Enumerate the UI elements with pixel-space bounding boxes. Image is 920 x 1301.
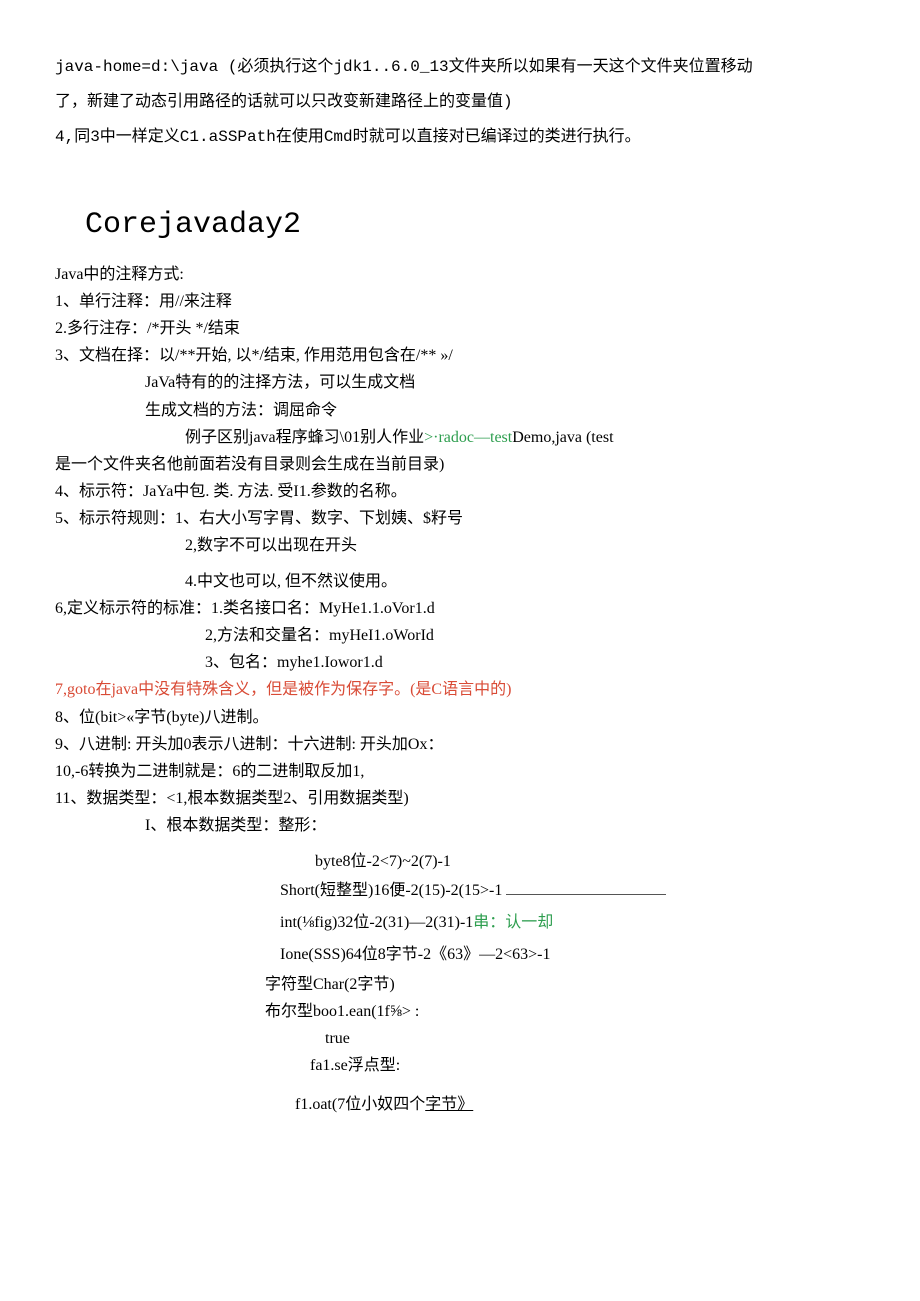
line-int-b: 串：认一却 (473, 914, 553, 931)
line-float-a: f1.oat(7位小奴四个 (295, 1096, 425, 1113)
line-folder-note: 是一个文件夹名他前面若没有目录则会生成在当前目录) (55, 451, 755, 478)
line-identifier-rule2: 2,数字不可以出现在开头 (185, 532, 755, 559)
line-basic-types: I、根本数据类型：整形： (145, 812, 755, 839)
line-doc-comment: 3、文档在择：以/**开始, 以*/结束, 作用范用包含在/** »/ (55, 342, 755, 369)
line-single-comment: 1、单行注释：用//来注释 (55, 288, 755, 315)
line-float-b: 字节》 (425, 1096, 473, 1113)
line-example: 例子区别java程序蜂习\01别人作业>·radoc—testDemo,java… (185, 424, 755, 451)
line-long: Ione(SSS)64位8字节-2《63》—2<63>-1 (280, 939, 755, 971)
line-identifier-std: 6,定义标示符的标准：1.类名接口名：MyHe1.1.oVor1.d (55, 595, 755, 622)
line-short: Short(短整型)16便-2(15)-2(15>-1 (280, 875, 755, 907)
heading-corejavaday2: Corejavaday2 (85, 200, 755, 251)
paragraph-java-home: java-home=d:\java (必须执行这个jdk1..6.0_13文件夹… (55, 50, 755, 120)
line-goto: 7,goto在java中没有特殊含义，但是被作为保存字。(是C语言中的) (55, 676, 755, 703)
line-boolean: 布尔型boo1.ean(1f⅝> : (265, 998, 755, 1025)
line-octal-hex: 9、八进制: 开头加0表示八进制：十六进制: 开头加Ox： (55, 731, 755, 758)
line-short-text: Short(短整型)16便-2(15)-2(15>-1 (280, 882, 506, 899)
line-byte: byte8位-2<7)~2(7)-1 (315, 848, 755, 875)
line-multi-comment: 2.多行注存：/*开头 */结束 (55, 315, 755, 342)
line-datatypes: 11、数据类型：<1,根本数据类型2、引用数据类型) (55, 785, 755, 812)
line-bit-byte: 8、位(bit>«字节(byte)八进制。 (55, 704, 755, 731)
blank-underline (506, 879, 666, 894)
line-int: int(⅛fig)32位-2(31)—2(31)-1串：认一却 (280, 907, 755, 939)
line-example-b: >·radoc—test (424, 429, 512, 446)
line-example-c: Demo,java (test (512, 429, 613, 446)
paragraph-classpath: 4,同3中一样定义C1.aSSPath在使用Cmd时就可以直接对已编译过的类进行… (55, 120, 755, 155)
line-gen-doc: 生成文档的方法：调屈命令 (145, 397, 755, 424)
line-false-float: fa1.se浮点型: (310, 1052, 755, 1079)
line-char: 字符型Char(2字节) (265, 971, 755, 998)
line-package-name: 3、包名：myhe1.Iowor1.d (205, 649, 755, 676)
line-example-a: 例子区别java程序蜂习\01别人作业 (185, 429, 424, 446)
line-identifier-rule4: 4.中文也可以, 但不然议使用。 (185, 568, 755, 595)
line-neg6: 10,-6转换为二进制就是：6的二进制取反加1, (55, 758, 755, 785)
line-true: true (325, 1025, 755, 1052)
line-identifier-rule1: 5、标示符规则：1、右大小写字胃、数字、下划姨、$籽号 (55, 505, 755, 532)
line-java-specific: JaVa特有的的注择方法，可以生成文档 (145, 369, 755, 396)
line-identifier: 4、标示符：JaYa中包. 类. 方法. 受I1.参数的名称。 (55, 478, 755, 505)
line-float: f1.oat(7位小奴四个字节》 (295, 1091, 755, 1118)
line-comments-title: Java中的注释方式: (55, 261, 755, 288)
line-int-a: int(⅛fig)32位-2(31)—2(31)-1 (280, 914, 473, 931)
line-method-varname: 2,方法和交量名：myHeI1.oWorId (205, 622, 755, 649)
